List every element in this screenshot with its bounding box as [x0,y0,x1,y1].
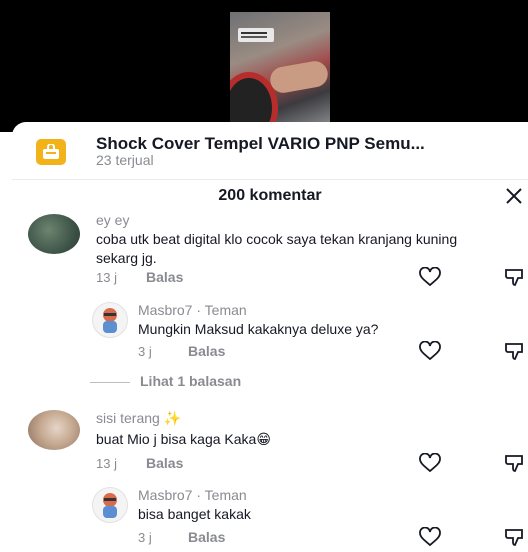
dislike-icon[interactable] [504,527,526,547]
avatar[interactable] [28,214,80,254]
comment-text: buat Mio j bisa kaga Kaka😁 [96,430,476,449]
reply-text: Mungkin Maksud kakaknya deluxe ya? [138,321,379,337]
close-icon[interactable] [502,184,526,208]
reply-button[interactable]: Balas [146,455,183,471]
comment-time: 13 j [96,270,117,285]
avatar-illustration [103,308,117,333]
reply-button[interactable]: Balas [188,529,225,545]
heart-icon[interactable] [418,340,442,361]
comments-sheet: Shock Cover Tempel VARIO PNP Semu... 23 … [12,122,528,547]
reply-author[interactable]: Masbro7 · Teman [138,302,247,318]
reply-time: 3 j [138,530,152,545]
comment-author[interactable]: sisi terang ✨ [96,410,181,427]
heart-icon[interactable] [418,452,442,473]
sparkle-emoji: ✨ [163,410,182,426]
product-link-row[interactable]: Shock Cover Tempel VARIO PNP Semu... 23 … [12,122,528,178]
product-label-sticker [238,28,274,42]
comments-count-title: 200 komentar [218,187,322,204]
avatar[interactable] [28,410,80,450]
dislike-icon[interactable] [504,341,526,361]
hand-graphic [268,59,330,95]
heart-icon[interactable] [418,266,442,287]
comment-author[interactable]: ey ey [96,212,129,228]
comment-author-name: sisi terang [96,410,160,426]
product-sold-count: 23 terjual [96,152,154,168]
video-preview[interactable] [0,0,528,132]
view-replies-button[interactable]: Lihat 1 balasan [90,373,241,389]
dislike-icon[interactable] [504,453,526,473]
dislike-icon[interactable] [504,267,526,287]
heart-icon[interactable] [418,526,442,547]
comment-text-body: buat Mio j bisa kaga Kaka [96,431,257,447]
product-title[interactable]: Shock Cover Tempel VARIO PNP Semu... [96,134,425,154]
reply-button[interactable]: Balas [146,269,183,285]
grin-emoji: 😁 [256,431,271,447]
comment-text: coba utk beat digital klo cocok saya tek… [96,231,458,266]
reply-author[interactable]: Masbro7 · Teman [138,487,247,503]
reply-text: bisa banget kakak [138,506,251,522]
reply-time: 3 j [138,344,152,359]
shopping-bag-icon [36,139,66,165]
avatar[interactable] [92,487,128,523]
video-thumbnail[interactable] [230,12,330,128]
avatar[interactable] [92,302,128,338]
comment-time: 13 j [96,456,117,471]
avatar-illustration [103,493,117,518]
reply-button[interactable]: Balas [188,343,225,359]
divider [12,179,528,180]
